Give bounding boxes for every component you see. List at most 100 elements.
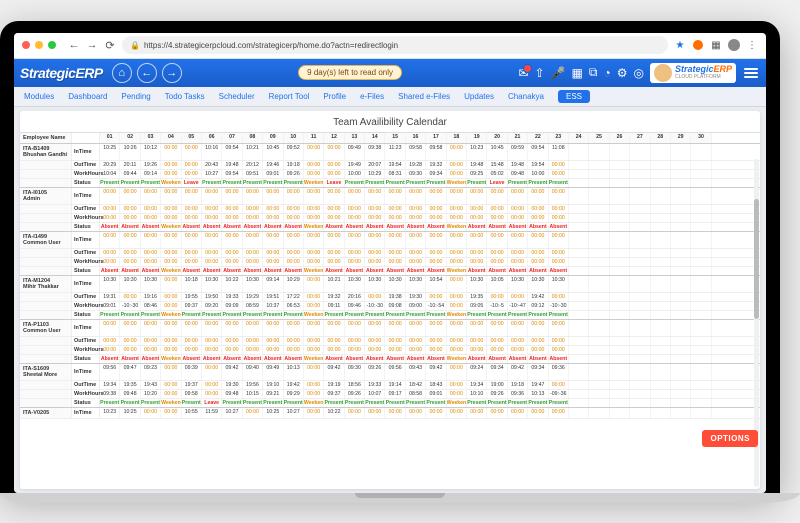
tab-updates[interactable]: Updates	[464, 92, 494, 101]
cell	[651, 267, 671, 275]
address-bar[interactable]: 🔒 https://4.strategicerpcloud.com/strate…	[122, 36, 668, 54]
cell: 19:54	[385, 161, 405, 169]
cell: Present	[365, 311, 385, 319]
tab-profile[interactable]: Profile	[323, 92, 346, 101]
cell: 00:00	[447, 205, 467, 213]
nav-right-icon[interactable]: →	[162, 63, 182, 83]
tab-chanakya[interactable]: Chanakya	[508, 92, 544, 101]
home-icon[interactable]: ⌂	[112, 63, 132, 83]
cell	[671, 302, 691, 310]
cell: 00:00	[202, 320, 222, 336]
cell: 10:30	[406, 276, 426, 292]
tab-scheduler[interactable]: Scheduler	[219, 92, 255, 101]
cell: 19:18	[508, 381, 528, 389]
tab-shared-e-files[interactable]: Shared e-Files	[398, 92, 450, 101]
browser-menu-icon[interactable]: ⋮	[746, 39, 758, 51]
bookmark-star-icon[interactable]: ★	[674, 39, 686, 51]
cell	[630, 381, 650, 389]
tab-report-tool[interactable]: Report Tool	[269, 92, 310, 101]
maximize-window-icon[interactable]	[48, 41, 56, 49]
cell: 00:00	[324, 161, 344, 169]
cell: 10:25	[263, 408, 283, 418]
cell	[651, 223, 671, 231]
cell: Weekend	[161, 179, 181, 187]
cell	[651, 249, 671, 257]
table-row: WorkHours00:0000:0000:0000:0000:0000:000…	[20, 214, 760, 223]
cell: 00:00	[120, 249, 140, 257]
cell	[651, 355, 671, 363]
cell: 00:00	[365, 249, 385, 257]
tab-pending[interactable]: Pending	[121, 92, 150, 101]
tab-modules[interactable]: Modules	[24, 92, 54, 101]
cell	[610, 170, 630, 178]
cell	[691, 381, 711, 389]
cell	[610, 249, 630, 257]
tab-e-files[interactable]: e-Files	[360, 92, 384, 101]
reload-icon[interactable]: ⟳	[104, 39, 116, 51]
scrollbar-thumb[interactable]	[754, 199, 759, 319]
cell: 20:07	[365, 161, 385, 169]
hamburger-menu-icon[interactable]	[742, 64, 760, 82]
cell	[589, 311, 609, 319]
cell: 00:00	[161, 258, 181, 266]
cell: 10:30	[202, 276, 222, 292]
settings-icon[interactable]: ⚙	[617, 66, 628, 80]
cell: 00:00	[182, 337, 202, 345]
mail-icon[interactable]: ✉	[518, 66, 528, 80]
upload-icon[interactable]: ⇧	[535, 66, 545, 80]
cell: 00:00	[426, 258, 446, 266]
cell: Present	[345, 179, 365, 187]
mic-icon[interactable]: 🎤	[551, 66, 566, 80]
target-icon[interactable]: ◎	[633, 66, 643, 80]
cell	[671, 390, 691, 398]
cell: -10:-30	[365, 302, 385, 310]
cell	[691, 276, 711, 292]
header-day-11: 11	[304, 133, 324, 143]
cell: 00:00	[284, 214, 304, 222]
cell: 00:00	[508, 258, 528, 266]
cell	[651, 276, 671, 292]
cell: Present	[182, 311, 202, 319]
cell	[691, 302, 711, 310]
metric-label: Status	[72, 399, 100, 407]
forward-icon[interactable]: →	[86, 39, 98, 51]
cell	[691, 320, 711, 336]
header-day-07: 07	[222, 133, 242, 143]
partner-card[interactable]: StrategicERP CLOUD PLATFORM	[650, 63, 736, 83]
tab-todo-tasks[interactable]: Todo Tasks	[165, 92, 205, 101]
cell: 00:00	[528, 232, 548, 248]
cell	[589, 223, 609, 231]
back-icon[interactable]: ←	[68, 39, 80, 51]
cell: 00:00	[202, 205, 222, 213]
cell: Weekend	[161, 311, 181, 319]
tab-ess[interactable]: ESS	[558, 90, 590, 103]
options-button[interactable]: OPTIONS	[702, 430, 758, 447]
cell: Present	[345, 399, 365, 407]
cell: 00:00	[100, 232, 120, 248]
cell	[569, 179, 589, 187]
calendar-table[interactable]: Employee Name010203040506070809101112131…	[20, 132, 760, 489]
cell: Present	[120, 311, 140, 319]
apps-icon[interactable]: ▦	[710, 39, 722, 51]
cell: Absent	[508, 223, 528, 231]
cell: 00:00	[549, 249, 569, 257]
minimize-window-icon[interactable]	[35, 41, 43, 49]
clock-icon[interactable]: ◔	[603, 66, 610, 80]
cell	[691, 144, 711, 160]
cell: 00:00	[549, 205, 569, 213]
cell: 00:00	[284, 205, 304, 213]
cell: 00:00	[324, 144, 344, 160]
calculator-icon[interactable]: ▦	[572, 66, 583, 80]
nav-left-icon[interactable]: ←	[137, 63, 157, 83]
cell: 09:23	[141, 364, 161, 380]
profile-avatar-icon[interactable]	[728, 39, 740, 51]
close-window-icon[interactable]	[22, 41, 30, 49]
tab-dashboard[interactable]: Dashboard	[68, 92, 107, 101]
copy-icon[interactable]: ⧉	[589, 65, 598, 80]
cell: 00:00	[202, 258, 222, 266]
cell: 09:12	[528, 302, 548, 310]
cell: 00:00	[243, 249, 263, 257]
cell: 00:00	[447, 258, 467, 266]
extension-icon[interactable]	[692, 39, 704, 51]
cell: 19:35	[120, 381, 140, 389]
